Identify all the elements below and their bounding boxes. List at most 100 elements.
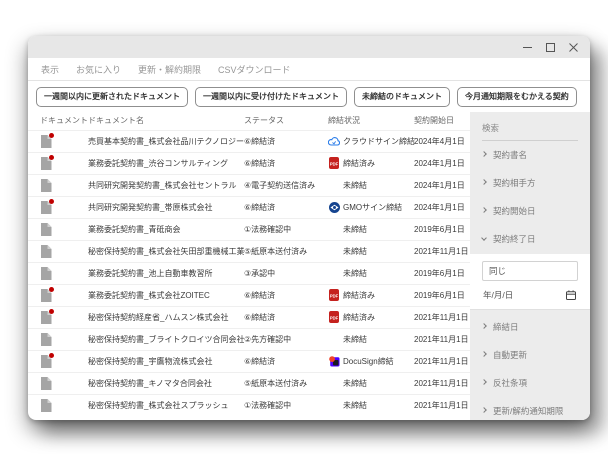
document-status: ②先方確認中	[244, 334, 328, 345]
seal-status-text: 締結済み	[343, 158, 375, 169]
sidebar-section-contract-start-date[interactable]: 契約開始日	[482, 197, 578, 225]
table-row[interactable]: 秘密保持契約書_キノマタ合同会社 ⑤紙原本送付済み PDF	[28, 372, 470, 394]
document-status: ⑥締結済	[244, 158, 328, 169]
table-row[interactable]: 秘密保持契約書_ブライトクロイツ合同会社 ②先方確認中 PDF	[28, 328, 470, 350]
header-seal-status: 締結状況	[328, 115, 414, 126]
document-status: ⑥締結済	[244, 290, 328, 301]
svg-text:PDF: PDF	[330, 293, 339, 298]
sidebar-section-auto-renewal[interactable]: 自動更新	[482, 341, 578, 369]
end-date-input[interactable]: 年/月/日	[482, 281, 578, 309]
seal-status-text: 未締結	[343, 224, 367, 235]
contract-start-date: 2024年1月1日	[414, 202, 470, 213]
table-row[interactable]: 秘密保持契約経産省_ハムスン株式会社 ⑥締結済 PDF	[28, 306, 470, 328]
svg-text:PDF: PDF	[330, 161, 339, 166]
seal-status-text: 締結済み	[343, 312, 375, 323]
document-file-icon	[40, 377, 52, 390]
contract-start-date: 2019年6月1日	[414, 224, 470, 235]
table-row[interactable]: 秘密保持契約書_株式会社矢田部重機械工業 ⑤紙原本送付済み PDF	[28, 240, 470, 262]
contract-start-date: 2024年4月1日	[414, 136, 470, 147]
document-name: 共同研究開発契約書_帯原株式会社	[88, 202, 244, 213]
filter-updated-within-week-button[interactable]: 一週間以内に更新されたドキュメント	[36, 87, 188, 107]
maximize-button[interactable]	[545, 42, 555, 52]
table-header-row: ドキュメント ドキュメント名 ステータス 締結状況 契約開始日	[28, 112, 470, 130]
table-row[interactable]: 秘密保持契約書_株式会社スプラッシュ ①法務確認中 PDF	[28, 394, 470, 416]
table-row[interactable]: 共同研究開発契約書_株式会社セントラル ④電子契約送信済み PDF	[28, 174, 470, 196]
contract-start-date: 2021年11月1日	[414, 356, 470, 367]
document-file-icon	[40, 333, 52, 346]
chevron-right-icon	[481, 323, 487, 329]
document-name: 業務委託契約書_株式会社ZOITEC	[88, 290, 244, 301]
filter-unsigned-documents-button[interactable]: 未締結のドキュメント	[354, 87, 450, 107]
document-status: ③承認中	[244, 268, 328, 279]
filter-received-within-week-button[interactable]: 一週間以内に受け付けたドキュメント	[195, 87, 347, 107]
svg-text:PDF: PDF	[330, 315, 339, 320]
seal-status-text: 未締結	[343, 334, 367, 345]
docusign-icon	[329, 356, 340, 367]
seal-status-text: クラウドサイン締結	[343, 136, 415, 147]
notification-dot-icon	[49, 155, 54, 160]
main-content: ドキュメント ドキュメント名 ステータス 締結状況 契約開始日 売買基本契約書_…	[28, 112, 590, 420]
sidebar-section-antisocial-clause[interactable]: 反社条項	[482, 369, 578, 397]
table-row[interactable]: 売買基本契約書_株式会社品川テクノロジー ⑥締結済 PDF	[28, 130, 470, 152]
app-window: 表示 お気に入り 更新・解約期限 CSVダウンロード 一週間以内に更新されたドキ…	[28, 36, 590, 420]
calendar-icon[interactable]	[566, 290, 576, 300]
document-name: 共同研究開発契約書_株式会社セントラル	[88, 180, 244, 191]
date-value: 年/月/日	[483, 289, 513, 301]
sidebar-section-counterparty[interactable]: 契約相手方	[482, 169, 578, 197]
seal-status-text: 未締結	[343, 180, 367, 191]
table-row[interactable]: 秘密保持契約書_宇鷹物流株式会社 ⑥締結済 PDF	[28, 350, 470, 372]
sidebar-section-contract-end-date[interactable]: 契約終了日	[482, 225, 578, 253]
document-status: ④電子契約送信済み	[244, 180, 328, 191]
contract-start-date: 2024年1月1日	[414, 158, 470, 169]
contract-start-date: 2021年11月1日	[414, 246, 470, 257]
document-status: ⑥締結済	[244, 202, 328, 213]
notification-dot-icon	[49, 287, 54, 292]
seal-status-text: 未締結	[343, 400, 367, 411]
document-file-icon	[40, 157, 52, 170]
document-file-icon	[40, 289, 52, 302]
table-row[interactable]: 業務委託契約書_青砥商会 ①法務確認中 PDF	[28, 218, 470, 240]
contract-start-date: 2021年11月1日	[414, 312, 470, 323]
document-status: ①法務確認中	[244, 224, 328, 235]
end-date-match-select[interactable]: 同じ	[482, 261, 578, 281]
minimize-button[interactable]	[522, 42, 532, 52]
sidebar-section-contract-title[interactable]: 契約書名	[482, 141, 578, 169]
menu-item-csv-download[interactable]: CSVダウンロード	[218, 63, 291, 76]
table-row[interactable]: 業務委託契約書_渋谷コンサルティング ⑥締結済 PDF	[28, 152, 470, 174]
close-button[interactable]	[568, 42, 578, 52]
seal-status-text: GMOサイン締結	[343, 202, 402, 213]
table-row[interactable]: 共同研究開発契約書_帯原株式会社 ⑥締結済 PDF	[28, 196, 470, 218]
gmosign-icon	[329, 202, 340, 213]
chevron-right-icon	[481, 379, 487, 385]
sidebar-section-renewal-notice-deadline[interactable]: 更新/解約通知期限	[482, 397, 578, 420]
seal-status-text: 未締結	[343, 246, 367, 257]
document-name: 売買基本契約書_株式会社品川テクノロジー	[88, 136, 244, 147]
chevron-right-icon	[481, 407, 487, 413]
document-file-icon	[40, 355, 52, 368]
chevron-right-icon	[481, 151, 487, 157]
table-row[interactable]: 業務委託契約書_池上自動車教習所 ③承認中 PDF	[28, 262, 470, 284]
contract-start-date: 2021年11月1日	[414, 378, 470, 389]
sidebar-section-signing-date[interactable]: 締結日	[482, 313, 578, 341]
pdf-icon: PDF	[329, 311, 339, 323]
search-input[interactable]	[482, 122, 578, 141]
chevron-down-icon	[481, 235, 487, 241]
chevron-right-icon	[481, 351, 487, 357]
document-file-icon	[40, 179, 52, 192]
header-document-name: ドキュメント名	[88, 115, 244, 126]
menu-item-display[interactable]: 表示	[41, 63, 59, 76]
header-status: ステータス	[244, 115, 328, 126]
menu-item-favorites[interactable]: お気に入り	[76, 63, 121, 76]
document-file-icon	[40, 267, 52, 280]
menu-item-renewal-deadline[interactable]: 更新・解約期限	[138, 63, 201, 76]
document-name: 業務委託契約書_青砥商会	[88, 224, 244, 235]
end-date-filter-panel: 同じ 年/月/日	[470, 254, 590, 310]
seal-status-text: DocuSign締結	[343, 356, 394, 367]
contract-start-date: 2019年6月1日	[414, 290, 470, 301]
notification-dot-icon	[49, 199, 54, 204]
filter-notice-deadline-this-month-button[interactable]: 今月通知期限をむかえる契約	[457, 87, 577, 107]
notification-dot-icon	[49, 309, 54, 314]
document-file-icon	[40, 245, 52, 258]
contract-start-date: 2021年11月1日	[414, 400, 470, 411]
table-row[interactable]: 業務委託契約書_株式会社ZOITEC ⑥締結済 PDF	[28, 284, 470, 306]
